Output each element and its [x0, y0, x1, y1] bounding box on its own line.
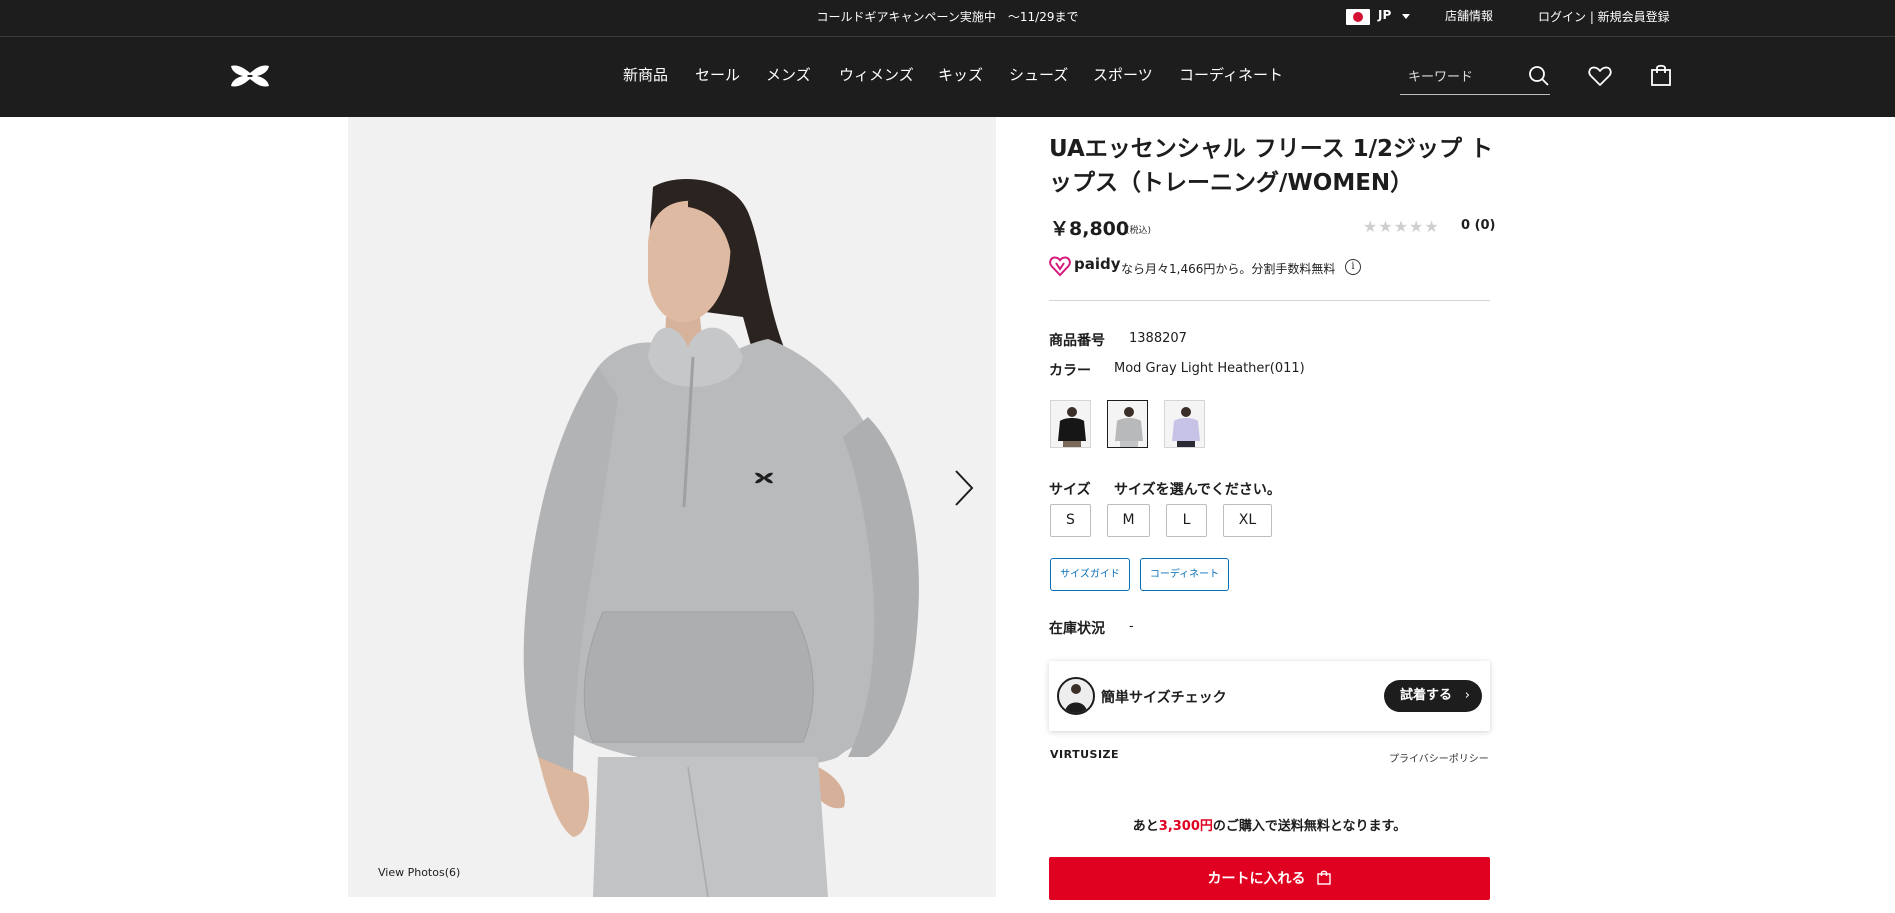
try-on-button[interactable]: 試着する ›	[1384, 680, 1482, 712]
japan-flag-icon[interactable]	[1346, 9, 1370, 25]
swatch-black-thumbnail	[1051, 401, 1090, 447]
size-option-m[interactable]: M	[1107, 504, 1150, 537]
chevron-right-icon[interactable]	[952, 467, 976, 509]
swatch-lavender-thumbnail	[1165, 401, 1204, 447]
add-to-cart-label: カートに入れる	[1207, 870, 1306, 886]
heart-icon[interactable]	[1588, 65, 1612, 87]
search-icon[interactable]	[1528, 65, 1550, 87]
under-armour-logo-icon[interactable]	[228, 63, 272, 89]
virtusize-title: 簡単サイズチェック	[1101, 690, 1227, 706]
avatar	[1057, 677, 1095, 715]
size-option-xl[interactable]: XL	[1223, 504, 1272, 537]
size-option-s[interactable]: S	[1050, 504, 1091, 537]
stock-label: 在庫状況	[1049, 621, 1105, 637]
view-photos-link[interactable]: View Photos(6)	[378, 866, 460, 879]
nav-new-arrivals[interactable]: 新商品	[623, 64, 668, 85]
rating-stars-icon[interactable]: ★★★★★	[1363, 217, 1440, 236]
info-icon[interactable]: i	[1345, 259, 1361, 275]
nav-womens[interactable]: ウィメンズ	[839, 64, 914, 85]
size-option-l[interactable]: L	[1166, 504, 1207, 537]
color-swatch-lavender[interactable]	[1164, 400, 1205, 448]
product-photo	[523, 179, 919, 897]
tax-note: (税込)	[1126, 226, 1152, 236]
cart-icon	[1317, 870, 1332, 885]
try-on-label: 試着する	[1400, 688, 1453, 703]
product-price: ￥8,800	[1050, 218, 1130, 240]
paidy-installment-text: なら月々1,466円から。分割手数料無料	[1121, 262, 1336, 276]
size-guide-button[interactable]: サイズガイド	[1050, 558, 1130, 591]
search-box	[1400, 59, 1550, 95]
product-image-gallery[interactable]: View Photos(6)	[348, 117, 996, 897]
nav-sports[interactable]: スポーツ	[1093, 64, 1153, 85]
swatch-gray-thumbnail	[1108, 401, 1147, 447]
product-title: UAエッセンシャル フリース 1/2ジップ ト ップス（トレーニング/WOMEN…	[1049, 132, 1499, 200]
divider	[1049, 300, 1490, 301]
nav-sale[interactable]: セール	[695, 64, 740, 85]
color-value: Mod Gray Light Heather(011)	[1114, 361, 1305, 376]
color-swatch-black[interactable]	[1050, 400, 1091, 448]
add-to-cart-button[interactable]: カートに入れる	[1049, 857, 1490, 900]
chevron-right-icon: ›	[1464, 688, 1470, 703]
nav-shoes[interactable]: シューズ	[1009, 64, 1068, 85]
shipping-prefix: あと	[1132, 819, 1159, 834]
privacy-policy-link[interactable]: プライバシーポリシー	[1389, 750, 1489, 765]
nav-mens[interactable]: メンズ	[766, 64, 811, 85]
shipping-suffix: のご購入で送料無料となります。	[1212, 819, 1407, 834]
product-number: 1388207	[1129, 331, 1187, 346]
paidy-brand: paidy	[1074, 255, 1121, 273]
rating-count[interactable]: 0 (0)	[1461, 218, 1496, 233]
region-selector[interactable]: JP	[1378, 8, 1391, 22]
main-nav: 新商品 セール メンズ ウィメンズ キッズ シューズ スポーツ コーディネート	[0, 37, 1895, 117]
stock-value: -	[1129, 619, 1134, 634]
color-swatch-gray[interactable]	[1107, 400, 1148, 448]
product-number-label: 商品番号	[1049, 333, 1105, 349]
free-shipping-message: あと3,300円のご購入で送料無料となります。	[1049, 815, 1490, 834]
login-register-link[interactable]: ログイン | 新規会員登録	[1538, 8, 1670, 25]
utility-bar: コールドギアキャンペーン実施中 〜11/29まで JP 店舗情報 ログイン | …	[0, 0, 1895, 37]
shipping-amount: 3,300円	[1158, 819, 1213, 834]
paidy-logo-icon	[1049, 256, 1071, 277]
nav-kids[interactable]: キッズ	[938, 64, 983, 85]
size-label: サイズ	[1049, 482, 1091, 498]
product-title-line-1: UAエッセンシャル フリース 1/2ジップ ト	[1049, 136, 1494, 162]
product-title-line-2: ップス（トレーニング/WOMEN）	[1049, 170, 1414, 196]
color-label: カラー	[1049, 363, 1091, 379]
coordinate-button[interactable]: コーディネート	[1140, 558, 1229, 591]
virtusize-logo: VIRTUSIZE	[1050, 748, 1120, 761]
store-info-link[interactable]: 店舗情報	[1445, 7, 1493, 24]
size-prompt: サイズを選んでください。	[1114, 482, 1281, 498]
cart-icon[interactable]	[1650, 63, 1672, 87]
virtusize-widget[interactable]: 簡単サイズチェック 試着する ›	[1049, 661, 1490, 731]
nav-coordinate[interactable]: コーディネート	[1179, 64, 1283, 85]
search-input[interactable]	[1408, 67, 1518, 87]
caret-down-icon[interactable]	[1402, 14, 1410, 19]
